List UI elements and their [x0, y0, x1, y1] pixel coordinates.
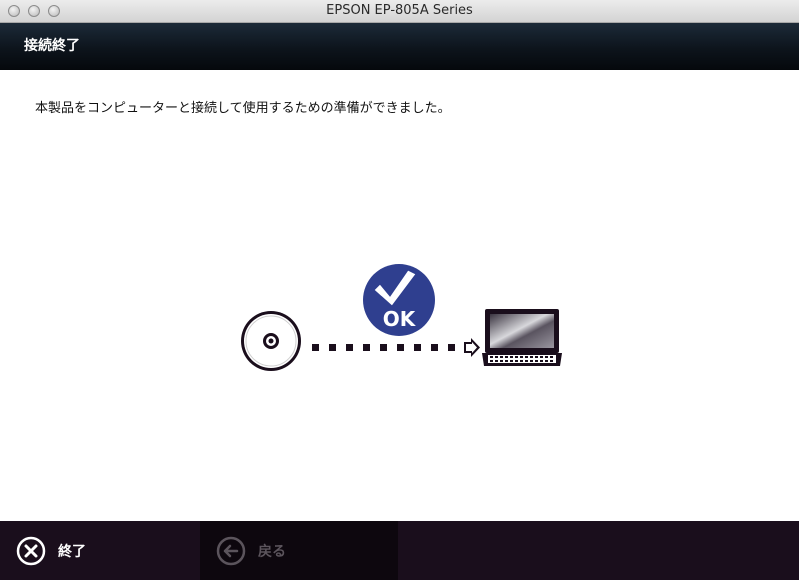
close-circle-icon: [16, 536, 46, 565]
completion-message: 本製品をコンピューターと接続して使用するための準備ができました。: [35, 101, 451, 116]
back-button[interactable]: 戻る: [216, 521, 286, 580]
back-button-label: 戻る: [258, 543, 286, 560]
footer-bar: 終了 戻る: [0, 521, 799, 580]
connection-arrow: [312, 338, 480, 357]
window-titlebar: EPSON EP-805A Series: [0, 0, 799, 23]
finish-button-label: 終了: [58, 543, 86, 560]
connection-illustration: OK: [241, 264, 562, 371]
window-title: EPSON EP-805A Series: [326, 3, 473, 18]
page-header: 接続終了: [0, 23, 799, 70]
laptop-icon: [482, 309, 562, 366]
page-title: 接続終了: [24, 38, 80, 54]
status-badge-label: OK: [383, 307, 417, 331]
arrow-left-circle-icon: [216, 536, 246, 565]
disc-icon: [241, 311, 301, 371]
finish-button[interactable]: 終了: [16, 521, 86, 580]
status-badge: OK: [363, 264, 435, 336]
